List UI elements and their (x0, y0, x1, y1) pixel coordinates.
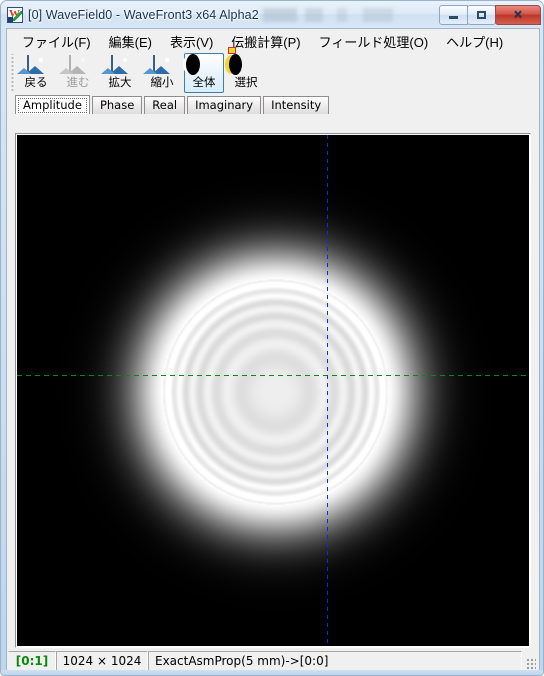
picture-zoom-in-icon (100, 55, 130, 74)
toolbar-button-forward[interactable]: 進む (58, 53, 98, 93)
menu-item-field-processing[interactable]: フィールド処理(O) (310, 29, 438, 54)
toolbar-button-zoom-in-label: 拡大 (108, 77, 132, 89)
application-window: W [0] WaveField0 - WaveFront3 x64 Alpha2… (0, 0, 544, 676)
status-image-size: 1024 × 1024 (56, 651, 148, 671)
status-message: ExactAsmProp(5 mm)->[0:0] (148, 651, 522, 671)
tab-intensity-label: Intensity (271, 98, 322, 112)
menu-bar: ファイル(F) 編集(E) 表示(V) 伝搬計算(P) フィールド処理(O) ヘ… (7, 29, 539, 53)
window-bottom-frame (1, 670, 543, 675)
close-icon: ✕ (513, 9, 523, 21)
client-area: ファイル(F) 編集(E) 表示(V) 伝搬計算(P) フィールド処理(O) ヘ… (6, 28, 540, 672)
tab-phase-label: Phase (99, 98, 135, 112)
toolbar-button-fit-whole-label: 全体 (192, 77, 216, 89)
resize-grip[interactable] (522, 651, 538, 671)
moon-fit-whole-icon (182, 54, 214, 75)
toolbar: 戻る 進む 拡大 縮小 全体 選択 (7, 47, 539, 95)
toolbar-button-zoom-out-label: 縮小 (150, 77, 174, 89)
menu-item-view[interactable]: 表示(V) (161, 29, 222, 54)
diffraction-pattern (17, 135, 529, 646)
moon-select-region-icon (224, 47, 256, 75)
tab-phase[interactable]: Phase (91, 96, 143, 114)
tab-imaginary[interactable]: Imaginary (187, 96, 262, 114)
toolbar-button-zoom-in[interactable]: 拡大 (100, 53, 140, 93)
tab-imaginary-label: Imaginary (195, 98, 254, 112)
picture-forward-icon (58, 55, 88, 74)
title-bar-ghost-text (262, 7, 439, 22)
menu-item-file[interactable]: ファイル(F) (13, 29, 100, 54)
status-index: [0:1] (8, 651, 56, 671)
menu-item-edit[interactable]: 編集(E) (100, 29, 161, 54)
menu-item-help[interactable]: ヘルプ(H) (437, 29, 512, 54)
window-title: [0] WaveField0 - WaveFront3 x64 Alpha2 (28, 7, 259, 22)
crosshair-horizontal (17, 375, 529, 377)
tab-strip: Amplitude Phase Real Imaginary Intensity (7, 95, 539, 114)
image-panel (15, 133, 531, 648)
maximize-button[interactable] (467, 4, 496, 25)
window-controls: ✕ (439, 4, 541, 25)
close-button[interactable]: ✕ (495, 4, 541, 25)
toolbar-button-back[interactable]: 戻る (16, 53, 56, 93)
tab-amplitude[interactable]: Amplitude (15, 95, 90, 114)
crosshair-vertical (326, 135, 328, 646)
wavefront-app-icon: W (7, 6, 23, 23)
title-bar[interactable]: W [0] WaveField0 - WaveFront3 x64 Alpha2… (1, 1, 543, 28)
tab-amplitude-label: Amplitude (23, 98, 82, 112)
picture-zoom-out-icon (142, 55, 172, 74)
tab-real-label: Real (152, 98, 178, 112)
minimize-button[interactable] (439, 4, 468, 25)
tab-real[interactable]: Real (144, 96, 186, 114)
wavefield-amplitude-render[interactable] (17, 135, 529, 646)
toolbar-button-forward-label: 進む (66, 77, 90, 89)
toolbar-button-select-region-label: 選択 (234, 77, 258, 89)
toolbar-button-fit-whole[interactable]: 全体 (182, 53, 224, 93)
toolbar-button-select-region[interactable]: 選択 (224, 47, 266, 93)
picture-back-icon (16, 55, 46, 74)
status-bar: [0:1] 1024 × 1024 ExactAsmProp(5 mm)->[0… (8, 651, 538, 671)
toolbar-button-zoom-out[interactable]: 縮小 (142, 53, 182, 93)
toolbar-button-back-label: 戻る (24, 77, 48, 89)
tab-intensity[interactable]: Intensity (263, 96, 330, 114)
toolbar-gripper[interactable] (9, 54, 16, 92)
